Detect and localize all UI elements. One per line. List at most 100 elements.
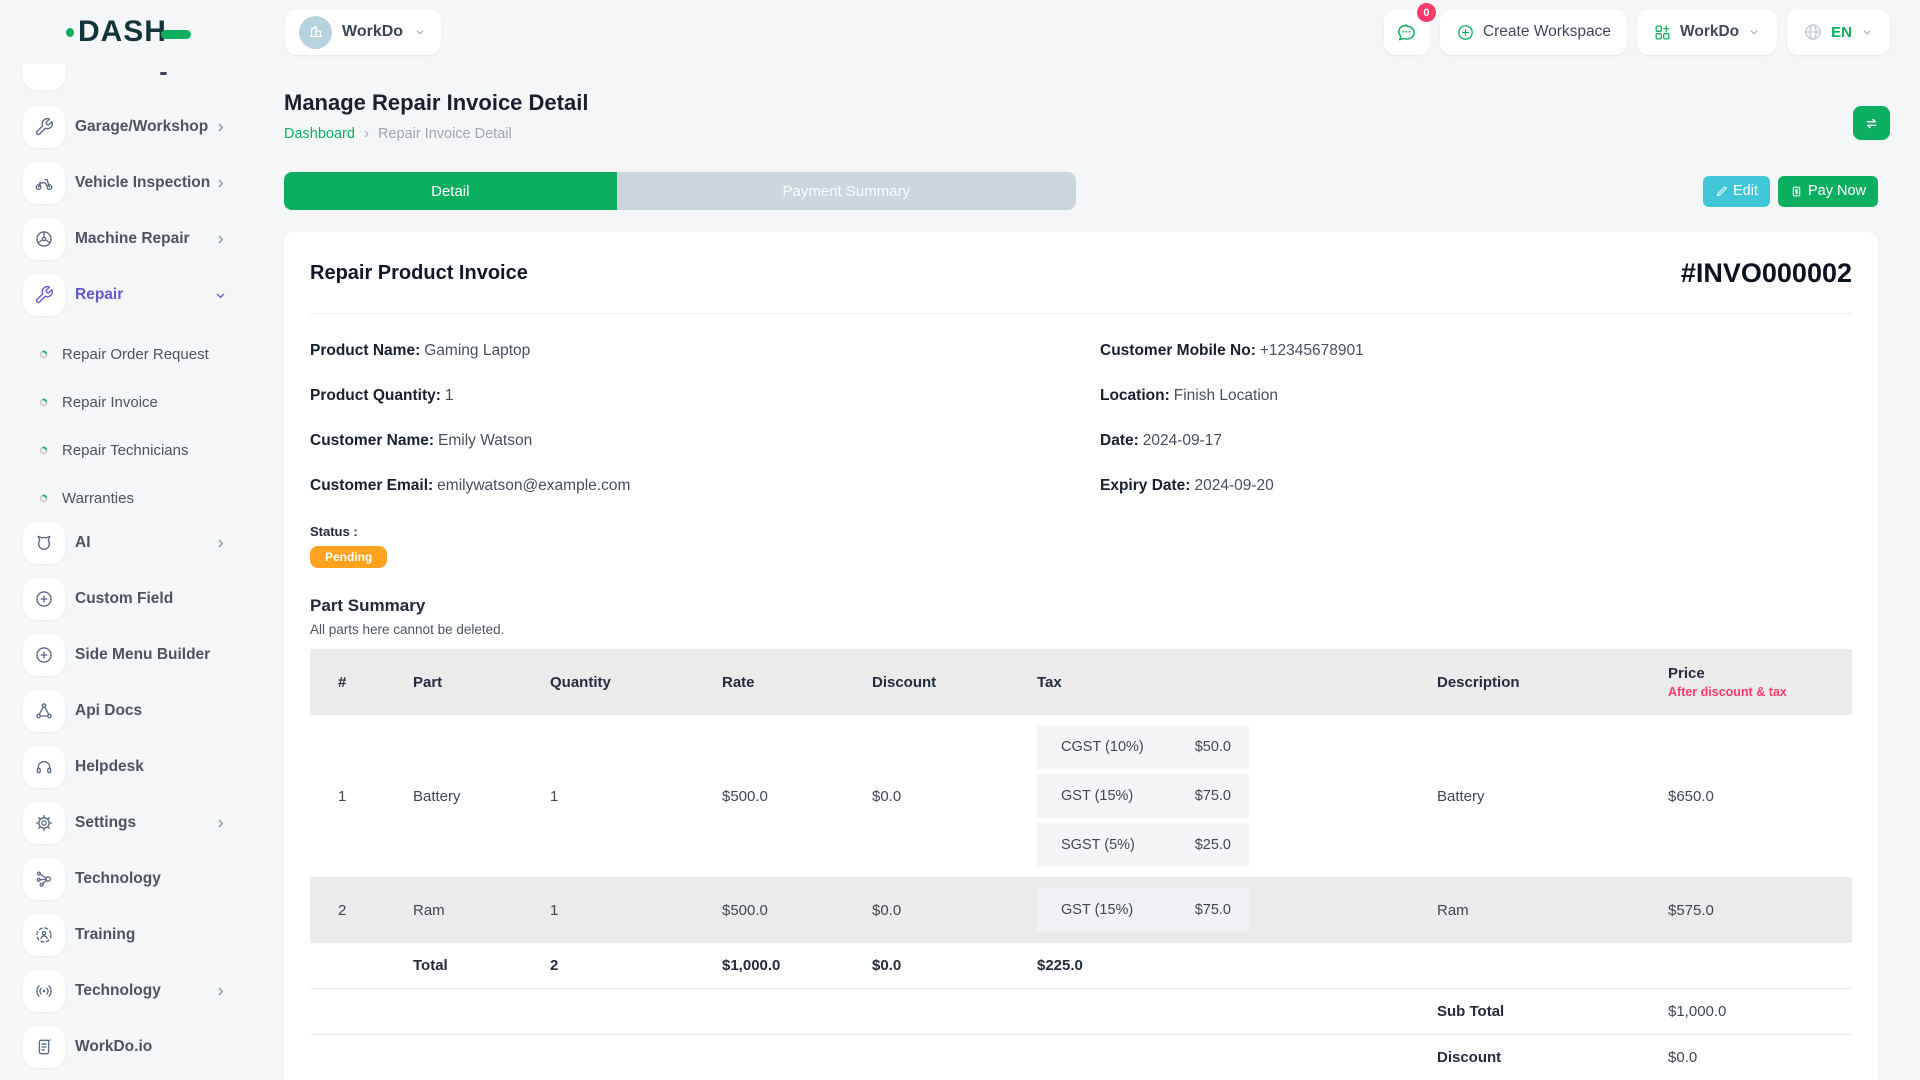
tab-detail[interactable]: Detail [284,172,617,210]
chevron-right-icon [213,120,228,135]
sidebar-item-garage-workshop[interactable]: Garage/Workshop [23,106,258,148]
main-content: Manage Repair Invoice Detail Dashboard ›… [272,64,1920,1080]
donut-icon [37,444,50,457]
parts-table: # Part Quantity Rate Discount Tax Descri… [310,649,1852,1080]
plus-circle-icon [1456,23,1475,42]
tax-chip: CGST (10%)$50.0 [1037,725,1249,769]
globe-icon [1803,22,1823,42]
workspace-selector[interactable]: WorkDo [285,9,441,55]
app-root: DASH WorkDo 0 Create Workspace WorkDo [0,0,1920,1080]
status-block: Status : Pending [310,524,1852,568]
part-summary-title: Part Summary [310,596,1852,616]
field-date: Date:2024-09-17 [1100,430,1852,452]
tax-chip: GST (15%)$75.0 [1037,888,1249,932]
motorcycle-icon [23,162,65,204]
tabs: Detail Payment Summary [284,172,1076,210]
sidebar-item-repair-order-request[interactable]: Repair Order Request [23,330,272,378]
breadcrumb-current: Repair Invoice Detail [378,126,512,142]
logo-text: DASH [78,15,167,49]
invoice-fields: Product Name:Gaming Laptop Product Quant… [310,340,1852,520]
part-summary-note: All parts here cannot be deleted. [310,622,1852,637]
sidebar-item-repair[interactable]: Repair [23,274,258,316]
sidebar-item-repair-technicians[interactable]: Repair Technicians [23,426,272,474]
sidebar-item-technology-2[interactable]: Technology [23,970,258,1012]
invoice-fields-left: Product Name:Gaming Laptop Product Quant… [310,340,1100,520]
page-actions: Edit Pay Now [1703,176,1878,207]
hub-icon [23,858,65,900]
edit-button[interactable]: Edit [1703,176,1770,207]
sidebar-item-api-docs[interactable]: Api Docs [23,690,258,732]
divider [310,313,1852,314]
sidebar-item-ai[interactable]: AI [23,522,258,564]
sidebar-item-machine-repair[interactable]: Machine Repair [23,218,258,260]
chevron-down-icon [413,25,427,39]
field-customer-email: Customer Email:emilywatson@example.com [310,475,1100,497]
language-selector[interactable]: EN [1787,9,1890,55]
summary-row-subtotal: Sub Total $1,000.0 [310,989,1852,1035]
table-total-row: Total 2 $1,000.0 $0.0 $225.0 [310,943,1852,989]
pay-now-button[interactable]: Pay Now [1778,176,1878,207]
col-quantity: Quantity [550,674,722,691]
chat-bubble-icon [1395,21,1418,44]
plus-circle-icon [23,634,65,676]
breadcrumb-separator-icon: › [364,125,369,142]
invoice-number: #INVO000002 [1681,258,1852,289]
chevron-down-icon [1747,25,1761,39]
brand-logo: DASH [66,15,191,49]
field-location: Location:Finish Location [1100,385,1852,407]
sidebar-item-warranties[interactable]: Warranties [23,474,272,522]
app-switcher-button[interactable]: WorkDo [1637,9,1777,55]
status-badge: Pending [310,546,387,568]
swap-arrows-icon [1863,115,1880,132]
subtotal-label: Sub Total [1437,1003,1668,1020]
price-note: After discount & tax [1668,685,1852,699]
chevron-right-icon [213,536,228,551]
tabs-row: Detail Payment Summary Edit Pay Now [284,172,1878,210]
language-label: EN [1831,24,1852,41]
table-row: 2 Ram 1 $500.0 $0.0 GST (15%)$75.0 Ram $… [310,877,1852,943]
chevron-down-icon [213,288,228,303]
topbar-actions: 0 Create Workspace WorkDo EN [1384,9,1890,55]
sidebar-item-vehicle-inspection[interactable]: Vehicle Inspection [23,162,258,204]
wrench-icon [23,106,65,148]
sidebar-scroll-dash [160,72,167,75]
col-rate: Rate [722,674,872,691]
donut-icon [37,492,50,505]
breadcrumb-dashboard-link[interactable]: Dashboard [284,126,355,142]
table-header-row: # Part Quantity Rate Discount Tax Descri… [310,649,1852,715]
grid-plus-icon [1653,23,1672,42]
topbar: DASH WorkDo 0 Create Workspace WorkDo [0,0,1920,64]
donut-icon [37,396,50,409]
sidebar-item-workdo-io[interactable]: WorkDo.io [23,1026,258,1068]
tax-chips: GST (15%)$75.0 [1037,878,1249,942]
summary-row-discount: Discount $0.0 [310,1035,1852,1080]
sidebar-item-side-menu-builder[interactable]: Side Menu Builder [23,634,258,676]
chevron-right-icon [213,816,228,831]
field-product-quantity: Product Quantity:1 [310,385,1100,407]
bill-icon [1790,185,1803,198]
sidebar-item-technology[interactable]: Technology [23,858,258,900]
layout-toggle-button[interactable] [1853,106,1890,140]
app-switcher-label: WorkDo [1680,23,1739,41]
logo-dot-icon [66,28,74,37]
col-tax: Tax [1037,674,1437,691]
status-label: Status : [310,524,1852,539]
sidebar-item-settings[interactable]: Settings [23,802,258,844]
sidebar: Garage/Workshop Vehicle Inspection Machi… [0,64,272,1080]
ai-icon [23,522,65,564]
invoice-card-title: Repair Product Invoice [310,262,528,285]
wrench-icon [23,274,65,316]
sidebar-item-repair-invoice[interactable]: Repair Invoice [23,378,272,426]
create-workspace-button[interactable]: Create Workspace [1440,9,1627,55]
col-discount: Discount [872,674,1037,691]
chevron-right-icon [213,984,228,999]
logo-bar-icon [161,30,191,39]
tab-payment-summary[interactable]: Payment Summary [617,172,1076,210]
sidebar-item-custom-field[interactable]: Custom Field [23,578,258,620]
sidebar-item-training[interactable]: Training [23,914,258,956]
training-icon [23,914,65,956]
chevron-right-icon [213,176,228,191]
messages-button[interactable]: 0 [1384,9,1430,55]
sidebar-item-helpdesk[interactable]: Helpdesk [23,746,258,788]
field-expiry-date: Expiry Date:2024-09-20 [1100,475,1852,497]
